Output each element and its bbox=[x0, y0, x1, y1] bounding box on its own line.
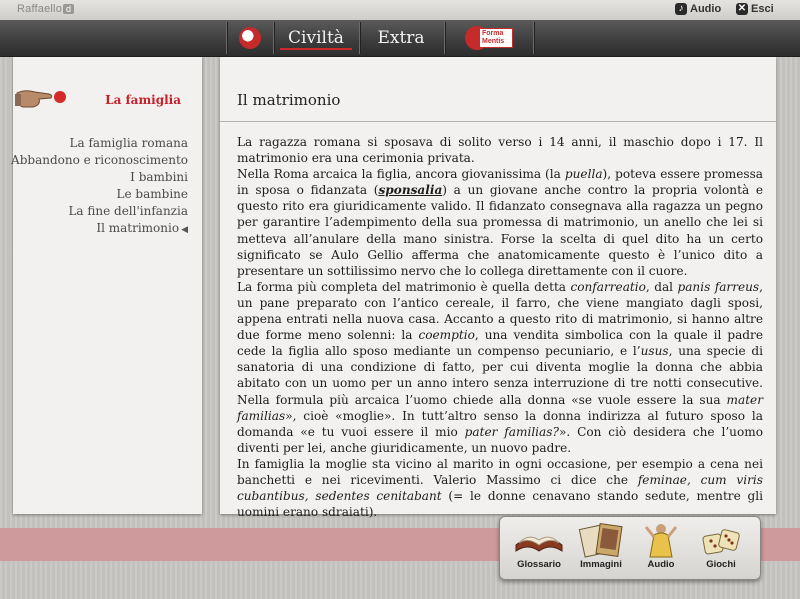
brand-name: Raffaello bbox=[17, 3, 63, 15]
pointing-hand-icon bbox=[15, 90, 66, 108]
sidebar-menu: La famiglia romana Abbandono e riconosci… bbox=[11, 135, 188, 239]
music-note-icon: ♪ bbox=[675, 3, 687, 15]
sidebar-item-label: Le bambine bbox=[116, 187, 188, 201]
sidebar-item-bambini[interactable]: I bambini bbox=[11, 169, 188, 186]
tab-extra-label: Extra bbox=[377, 28, 425, 48]
sidebar-item-abbandono[interactable]: Abbandono e riconoscimento bbox=[11, 152, 188, 169]
sidebar-item-label: La famiglia romana bbox=[69, 136, 188, 150]
giochi-label: Giochi bbox=[706, 559, 736, 570]
article-body: La ragazza romana si sposava di solito v… bbox=[237, 134, 763, 520]
glossary-link-sponsalia[interactable]: sponsalia bbox=[378, 183, 442, 197]
paragraph: La ragazza romana si sposava di solito v… bbox=[237, 135, 763, 166]
sidebar: La famiglia La famiglia romana Abbandono… bbox=[11, 57, 202, 514]
section-title: La famiglia bbox=[105, 93, 181, 107]
tab-extra[interactable]: Extra bbox=[360, 20, 442, 56]
exit-button[interactable]: ✕ Esci bbox=[736, 3, 774, 15]
tab-civilta-label: Civiltà bbox=[288, 28, 344, 48]
sidebar-item-famiglia-romana[interactable]: La famiglia romana bbox=[11, 135, 188, 152]
main-nav: Civiltà Extra Forma Mentis bbox=[0, 20, 800, 57]
title-divider bbox=[220, 121, 776, 122]
audio-button[interactable]: ♪ Audio bbox=[675, 3, 721, 15]
sidebar-item-label: Il matrimonio bbox=[96, 221, 180, 235]
brand-badge: d bbox=[63, 4, 75, 14]
home-button[interactable] bbox=[228, 20, 272, 56]
audio-tool-button[interactable]: Audio bbox=[632, 521, 690, 577]
active-tab-indicator bbox=[280, 48, 352, 50]
brand-logo: Raffaello d bbox=[17, 3, 75, 15]
paragraph: Nella Roma arcaica la figlia, ancora gio… bbox=[237, 167, 764, 278]
forma-mentis-label: Forma Mentis bbox=[479, 28, 513, 48]
sidebar-item-matrimonio[interactable]: Il matrimonio ◀ bbox=[11, 220, 188, 239]
glossario-button[interactable]: Glossario bbox=[510, 521, 568, 577]
close-icon: ✕ bbox=[736, 3, 748, 15]
forma-mentis-button[interactable]: Forma Mentis bbox=[446, 20, 532, 56]
audio-icon bbox=[632, 521, 690, 559]
nav-separator bbox=[444, 22, 445, 54]
immagini-label: Immagini bbox=[580, 559, 622, 570]
immagini-button[interactable]: Immagini bbox=[572, 521, 630, 577]
images-icon bbox=[572, 521, 630, 559]
audio-label: Audio bbox=[690, 3, 722, 15]
tools-toolbar: Glossario Immagini Audio Giochi bbox=[499, 516, 761, 580]
book-icon bbox=[510, 521, 568, 559]
paragraph: La forma più completa del matrimonio è q… bbox=[237, 279, 764, 455]
dice-icon bbox=[692, 521, 750, 559]
sidebar-item-label: La fine dell'infanzia bbox=[68, 204, 188, 218]
current-item-arrow-icon: ◀ bbox=[181, 225, 188, 235]
sidebar-item-label: Abbandono e riconoscimento bbox=[11, 153, 188, 167]
forma-mentis-icon: Forma Mentis bbox=[465, 26, 513, 50]
giochi-button[interactable]: Giochi bbox=[692, 521, 750, 577]
sidebar-item-bambine[interactable]: Le bambine bbox=[11, 186, 188, 203]
sidebar-item-fine-infanzia[interactable]: La fine dell'infanzia bbox=[11, 203, 188, 220]
nav-separator bbox=[226, 22, 227, 54]
content-panel: Il matrimonio La ragazza romana si sposa… bbox=[220, 57, 776, 519]
glossario-label: Glossario bbox=[517, 559, 561, 570]
home-icon bbox=[239, 27, 261, 49]
page-title: Il matrimonio bbox=[237, 91, 341, 109]
paragraph: In famiglia la moglie sta vicino al mari… bbox=[237, 456, 763, 520]
exit-label: Esci bbox=[751, 3, 774, 15]
sidebar-item-label: I bambini bbox=[130, 170, 188, 184]
tab-civilta[interactable]: Civiltà bbox=[274, 20, 358, 56]
nav-separator bbox=[533, 22, 534, 54]
audio-tool-label: Audio bbox=[647, 559, 675, 570]
top-bar: Raffaello d ♪ Audio ✕ Esci bbox=[0, 0, 800, 21]
